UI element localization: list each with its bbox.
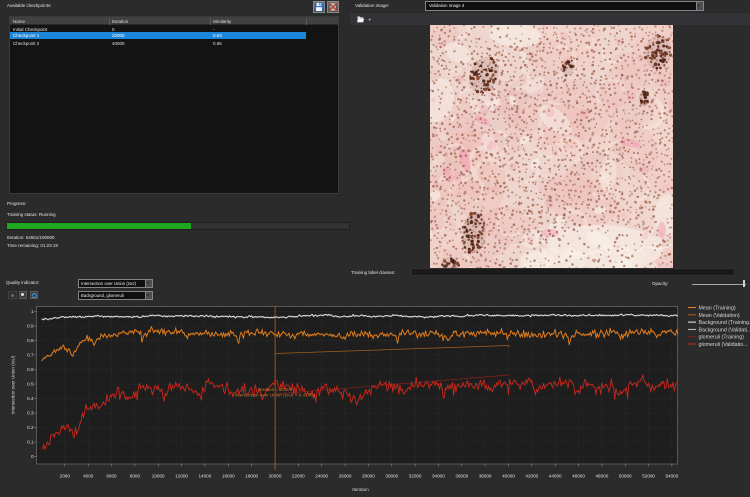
svg-text:18000: 18000 [245, 474, 258, 479]
svg-text:14000: 14000 [199, 474, 212, 479]
svg-text:Intersection over Union (IoU): Intersection over Union (IoU) [11, 355, 16, 414]
svg-text:glomeruli (Training): glomeruli (Training) [699, 335, 745, 341]
svg-text:0.1: 0.1 [27, 440, 34, 445]
svg-text:42000: 42000 [525, 474, 538, 479]
svg-text:10000: 10000 [152, 474, 165, 479]
svg-text:Mean (Validation): Mean (Validation) [699, 313, 740, 319]
svg-text:30000: 30000 [385, 474, 398, 479]
svg-text:44000: 44000 [549, 474, 562, 479]
svg-text:2000: 2000 [60, 474, 71, 479]
svg-text:0.9: 0.9 [27, 324, 34, 329]
svg-text:48000: 48000 [596, 474, 609, 479]
svg-text:0.8: 0.8 [27, 338, 34, 343]
svg-text:glomeruli (Validatio...: glomeruli (Validatio... [699, 342, 748, 348]
svg-text:Mean (Training): Mean (Training) [699, 306, 736, 312]
svg-text:12000: 12000 [175, 474, 188, 479]
svg-text:0.5: 0.5 [27, 382, 34, 387]
svg-text:36000: 36000 [455, 474, 468, 479]
svg-text:8000: 8000 [130, 474, 141, 479]
svg-text:26000: 26000 [339, 474, 352, 479]
svg-text:32000: 32000 [409, 474, 422, 479]
svg-text:34000: 34000 [432, 474, 445, 479]
svg-text:1: 1 [31, 309, 34, 314]
svg-text:Background (Validati...: Background (Validati... [699, 327, 750, 333]
svg-text:0.6: 0.6 [27, 367, 34, 372]
svg-text:0.2: 0.2 [27, 425, 34, 430]
svg-text:52000: 52000 [642, 474, 655, 479]
svg-text:4000: 4000 [83, 474, 94, 479]
svg-text:Iteration = 20000: Iteration = 20000 [258, 387, 293, 392]
svg-text:6000: 6000 [106, 474, 117, 479]
svg-text:Intersection over Union (IoU): Intersection over Union (IoU) = 0.41461 [235, 393, 316, 398]
svg-text:22000: 22000 [292, 474, 305, 479]
svg-text:20000: 20000 [269, 474, 282, 479]
svg-text:Iteration: Iteration [352, 487, 369, 492]
svg-text:16000: 16000 [222, 474, 235, 479]
svg-text:0.4: 0.4 [27, 396, 34, 401]
svg-text:46000: 46000 [572, 474, 585, 479]
svg-text:38000: 38000 [479, 474, 492, 479]
svg-text:40000: 40000 [502, 474, 515, 479]
svg-text:0.3: 0.3 [27, 411, 34, 416]
svg-text:Background (Training...: Background (Training... [699, 320, 750, 326]
svg-text:24000: 24000 [315, 474, 328, 479]
svg-text:0.7: 0.7 [27, 353, 34, 358]
svg-text:50000: 50000 [619, 474, 632, 479]
svg-text:54000: 54000 [666, 474, 679, 479]
svg-text:28000: 28000 [362, 474, 375, 479]
svg-text:0: 0 [31, 454, 34, 459]
